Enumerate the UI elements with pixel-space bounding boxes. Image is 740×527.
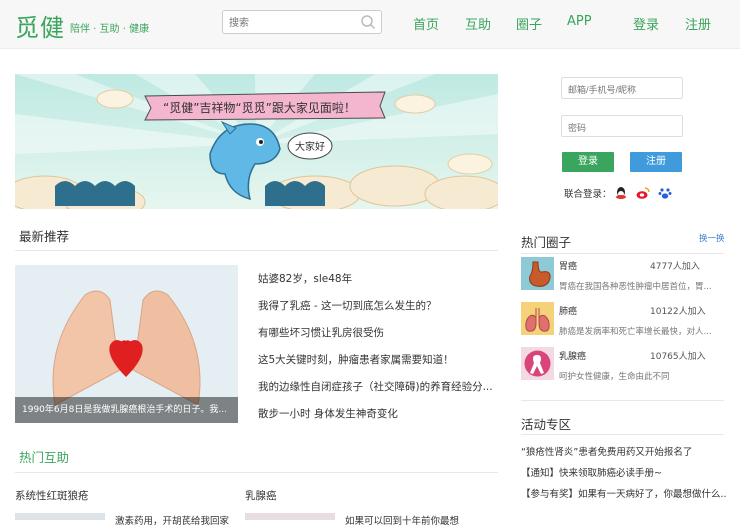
mascot-banner[interactable]: “觅健”吉祥物“觅觅”跟大家见面啦！ 大家好 (15, 74, 498, 209)
pink-ribbon-group-icon[interactable] (521, 347, 554, 380)
featured-story-photo[interactable]: 1990年6月8日是我做乳腺癌根治手术的日子。我... (15, 265, 238, 423)
search-input[interactable] (227, 12, 351, 35)
latest-divider (15, 250, 498, 251)
hot-help-divider (15, 472, 498, 473)
news-item[interactable]: 散步一小时 身体发生神奇变化 (258, 406, 498, 421)
search-icon[interactable] (360, 14, 376, 34)
banner-bubble-text: 大家好 (295, 140, 325, 153)
password-input[interactable] (566, 118, 680, 138)
group-name[interactable]: 肺癌 (559, 304, 577, 317)
lung-group-icon[interactable] (521, 302, 554, 335)
site-slogan: 陪伴 · 互助 · 健康 (70, 24, 150, 35)
register-button[interactable]: 注册 (630, 152, 682, 172)
nav-circles[interactable]: 圈子 (516, 14, 542, 33)
group-name[interactable]: 乳腺癌 (559, 349, 586, 362)
hot-groups-title: 热门圈子 (521, 235, 572, 250)
hot-help-title: 热门互助 (19, 450, 70, 465)
help-topic-lupus[interactable]: 系统性红斑狼疮 (15, 488, 89, 503)
weibo-icon[interactable] (636, 185, 650, 204)
baidu-icon[interactable] (658, 185, 672, 204)
union-login-label: 联合登录： (564, 189, 612, 200)
help-thumb-breast[interactable] (245, 513, 335, 520)
stomach-group-icon[interactable] (521, 257, 554, 290)
help-snippet-breast[interactable]: 如果可以回到十年前你最想 (345, 513, 459, 527)
nav-help[interactable]: 互助 (465, 14, 491, 33)
group-member-count: 10122人加入 (650, 307, 706, 317)
login-button[interactable]: 登录 (562, 152, 614, 172)
group-description: 呵护女性健康，生命由此不同 (559, 372, 670, 382)
activity-item[interactable]: 【参与有奖】如果有一天病好了，你最想做什么... (521, 486, 726, 500)
news-item[interactable]: 这5大关键时刻，肿瘤患者家属需要知道！ (258, 352, 498, 367)
activities-top-divider (521, 400, 724, 401)
help-snippet-lupus[interactable]: 激素药用，开胡芪给我回家 (115, 513, 229, 527)
activity-item[interactable]: “狼疮性肾炎”患者免费用药又开始报名了 (521, 444, 726, 458)
activity-item[interactable]: 【通知】快来领取肺癌必读手册~ (521, 465, 726, 479)
password-field[interactable] (561, 115, 683, 138)
news-item[interactable]: 我的边缘性自闭症孩子（社交障碍)的养育经验分... (258, 379, 498, 394)
help-topic-breast-cancer[interactable]: 乳腺癌 (245, 488, 277, 503)
qq-icon[interactable] (614, 185, 628, 204)
group-member-count: 4777人加入 (650, 262, 700, 272)
account-input[interactable] (566, 80, 680, 100)
nav-app[interactable]: APP (567, 14, 592, 29)
hot-groups-divider (521, 253, 724, 254)
account-field[interactable] (561, 77, 683, 100)
group-member-count: 10765人加入 (650, 352, 706, 362)
nav-register[interactable]: 注册 (685, 14, 711, 33)
featured-story-caption[interactable]: 1990年6月8日是我做乳腺癌根治手术的日子。我... (15, 397, 238, 423)
activities-divider (521, 434, 724, 435)
activities-title: 活动专区 (521, 417, 572, 432)
nav-login[interactable]: 登录 (633, 14, 659, 33)
search-box[interactable] (222, 10, 382, 35)
banner-ribbon-text: “觅健”吉祥物“觅觅”跟大家见面啦！ (163, 100, 356, 115)
news-item[interactable]: 有哪些坏习惯让乳房很受伤 (258, 325, 498, 340)
news-item[interactable]: 我得了乳癌 - 这一切到底怎么发生的？ (258, 298, 498, 313)
top-header: 觅健 陪伴 · 互助 · 健康 首页 互助 圈子 APP 登录 注册 (0, 0, 740, 49)
group-description: 胃癌在我国各种恶性肿瘤中居首位，胃... (559, 282, 712, 292)
nav-home[interactable]: 首页 (413, 14, 439, 33)
group-description: 肺癌是发病率和死亡率增长最快，对人... (559, 327, 712, 337)
latest-section-title: 最新推荐 (19, 229, 70, 244)
switch-groups-link[interactable]: 换一换 (699, 232, 725, 244)
group-name[interactable]: 胃癌 (559, 259, 577, 272)
news-item[interactable]: 姑婆82岁，sle48年 (258, 271, 498, 286)
help-thumb-lupus[interactable] (15, 513, 105, 520)
site-logo[interactable]: 觅健 (15, 8, 65, 43)
